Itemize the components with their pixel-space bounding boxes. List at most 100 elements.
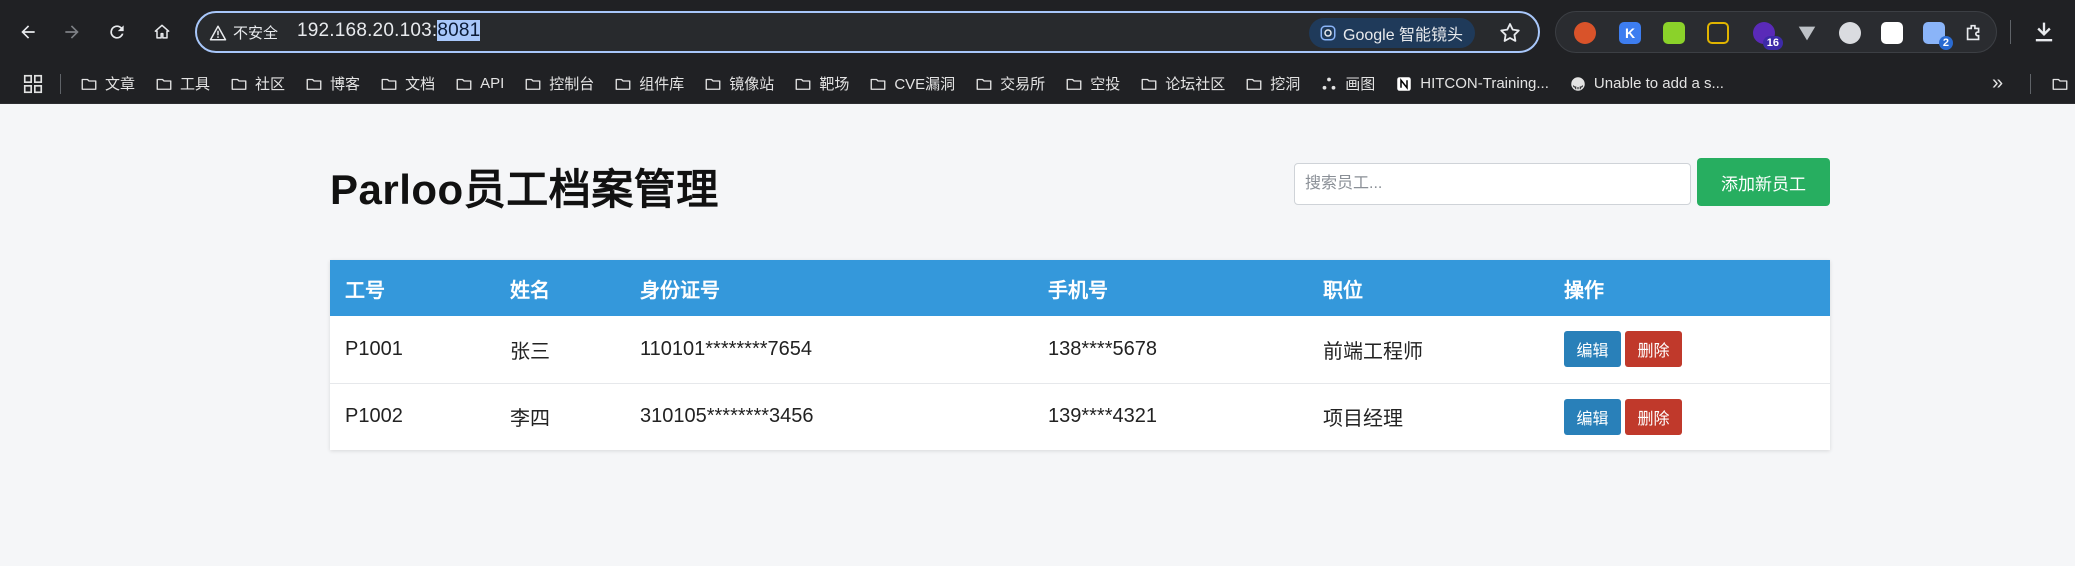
reload-button[interactable]	[99, 14, 135, 50]
table-row: P1001 张三 110101********7654 138****5678 …	[330, 316, 1830, 383]
column-header-name: 姓名	[510, 279, 550, 302]
bookmark-item[interactable]: 文档	[380, 73, 435, 94]
extension-badge: 2	[1938, 36, 1953, 50]
security-label: 不安全	[233, 25, 279, 42]
folder-icon	[456, 78, 472, 90]
column-header-position: 职位	[1323, 279, 1363, 302]
bookmark-item[interactable]: 交易所	[975, 73, 1045, 94]
bookmark-item[interactable]: Unable to add a s...	[1569, 75, 1724, 93]
bookmark-star-icon[interactable]	[1498, 21, 1522, 45]
url-selected-port: 8081	[437, 20, 481, 41]
toolbar-separator	[2010, 20, 2011, 44]
v-extension-icon[interactable]	[1796, 22, 1818, 44]
add-employee-button[interactable]: 添加新员工	[1697, 158, 1830, 206]
folder-icon	[1066, 78, 1082, 90]
folder-icon[interactable]	[2050, 75, 2070, 93]
bookmark-label: 博客	[330, 76, 361, 93]
bee-extension-icon[interactable]	[1707, 22, 1729, 44]
edit-button[interactable]: 编辑	[1564, 398, 1621, 435]
bookmark-item[interactable]: API	[455, 75, 504, 93]
graph-icon	[1322, 77, 1336, 90]
cell-actions: 编辑 删除	[1549, 383, 1830, 450]
bookmark-label: 论坛社区	[1165, 76, 1226, 93]
bookmarks-list: 文章 工具 社区 博客 文档 API 控制台 组件库 镜像站 靶场 CVE漏洞 交易所 空投 论坛社区 挖洞…	[80, 63, 1744, 104]
extensions-bar: K 16 2	[1555, 11, 1997, 53]
cell-id-card: 310105********3456	[640, 405, 814, 428]
bookmark-label: 文章	[105, 76, 136, 93]
page-title: Parloo员工档案管理	[330, 166, 719, 213]
reload-icon	[110, 25, 124, 39]
url-host: 192.168.20.103:	[297, 20, 438, 41]
github-icon	[1571, 76, 1585, 91]
dice-extension-icon[interactable]	[1663, 22, 1685, 44]
bookmark-item[interactable]: 画图	[1320, 73, 1375, 94]
bookmark-item[interactable]: 控制台	[524, 73, 594, 94]
bookmark-item[interactable]: 空投	[1065, 73, 1120, 94]
v-shape-icon	[1798, 26, 1816, 41]
qrcode-extension-icon[interactable]	[1881, 22, 1903, 44]
home-button[interactable]	[144, 14, 180, 50]
bookmark-label: 镜像站	[729, 76, 775, 93]
bookmark-item[interactable]: 挖洞	[1245, 73, 1300, 94]
hat-extension-icon[interactable]: 16	[1753, 22, 1783, 50]
cell-name: 李四	[510, 408, 550, 431]
browser-toolbar: 不安全 192.168.20.103:8081 Google 智能镜头 K 16…	[0, 0, 2075, 63]
cell-phone: 138****5678	[1048, 337, 1157, 360]
delete-button[interactable]: 删除	[1625, 331, 1682, 368]
search-input[interactable]	[1294, 163, 1691, 205]
bookmark-label: 空投	[1090, 76, 1121, 93]
bookmark-label: 画图	[1345, 76, 1376, 93]
bookmark-label: Unable to add a s...	[1593, 75, 1724, 92]
bookmark-label: HITCON-Training...	[1420, 75, 1549, 92]
security-indicator[interactable]: 不安全	[209, 22, 278, 43]
bookmark-item[interactable]: 文章	[80, 73, 135, 94]
cell-position: 项目经理	[1323, 408, 1403, 431]
delete-button[interactable]: 删除	[1625, 398, 1682, 435]
bookmark-label: 挖洞	[1270, 76, 1301, 93]
address-bar[interactable]: 不安全 192.168.20.103:8081 Google 智能镜头	[195, 11, 1540, 53]
extensions-menu-button[interactable]	[1963, 22, 1985, 44]
bookmark-item[interactable]: 靶场	[794, 73, 849, 94]
apps-grid-icon[interactable]	[22, 73, 44, 95]
table-row: P1002 李四 310105********3456 139****4321 …	[330, 383, 1830, 450]
fox-extension-icon[interactable]	[1574, 22, 1596, 44]
bookmark-item[interactable]: CVE漏洞	[869, 73, 955, 94]
bookmark-label: 控制台	[549, 76, 595, 93]
folder-icon	[156, 78, 172, 90]
bookmark-item[interactable]: HITCON-Training...	[1395, 75, 1549, 93]
translate-extension-icon[interactable]: 2	[1923, 22, 1953, 50]
url-text[interactable]: 192.168.20.103:8081	[297, 20, 481, 42]
column-header-actions: 操作	[1564, 279, 1604, 302]
folder-icon	[306, 78, 322, 90]
folder-icon	[231, 78, 247, 90]
folder-icon	[1246, 78, 1262, 90]
k-extension-icon[interactable]: K	[1619, 22, 1641, 44]
bookmarks-separator	[2030, 74, 2031, 94]
edit-button[interactable]: 编辑	[1564, 331, 1621, 368]
bookmark-label: 靶场	[819, 76, 850, 93]
bookmark-label: 组件库	[639, 76, 685, 93]
folder-icon	[81, 78, 97, 90]
back-button[interactable]	[10, 14, 46, 50]
bookmark-label: 工具	[180, 76, 211, 93]
folder-icon	[795, 78, 811, 90]
bookmark-item[interactable]: 组件库	[614, 73, 684, 94]
cell-phone: 139****4321	[1048, 405, 1157, 428]
puzzle-icon	[1966, 24, 1980, 41]
column-header-phone: 手机号	[1048, 279, 1108, 302]
warning-icon	[209, 25, 227, 40]
arrow-left-icon	[21, 25, 35, 39]
forward-button[interactable]	[54, 14, 90, 50]
pause-extension-icon[interactable]	[1839, 22, 1861, 44]
folder-icon	[525, 78, 541, 90]
download-icon[interactable]	[2030, 18, 2058, 46]
bookmarks-separator	[60, 74, 61, 94]
bookmark-item[interactable]: 论坛社区	[1140, 73, 1225, 94]
bookmark-item[interactable]: 社区	[230, 73, 285, 94]
lens-icon	[1320, 25, 1336, 41]
bookmark-item[interactable]: 镜像站	[704, 73, 774, 94]
bookmark-item[interactable]: 博客	[305, 73, 360, 94]
bookmark-item[interactable]: 工具	[155, 73, 210, 94]
google-lens-button[interactable]: Google 智能镜头	[1309, 18, 1476, 48]
bookmarks-overflow-button[interactable]: »	[1992, 72, 2003, 95]
